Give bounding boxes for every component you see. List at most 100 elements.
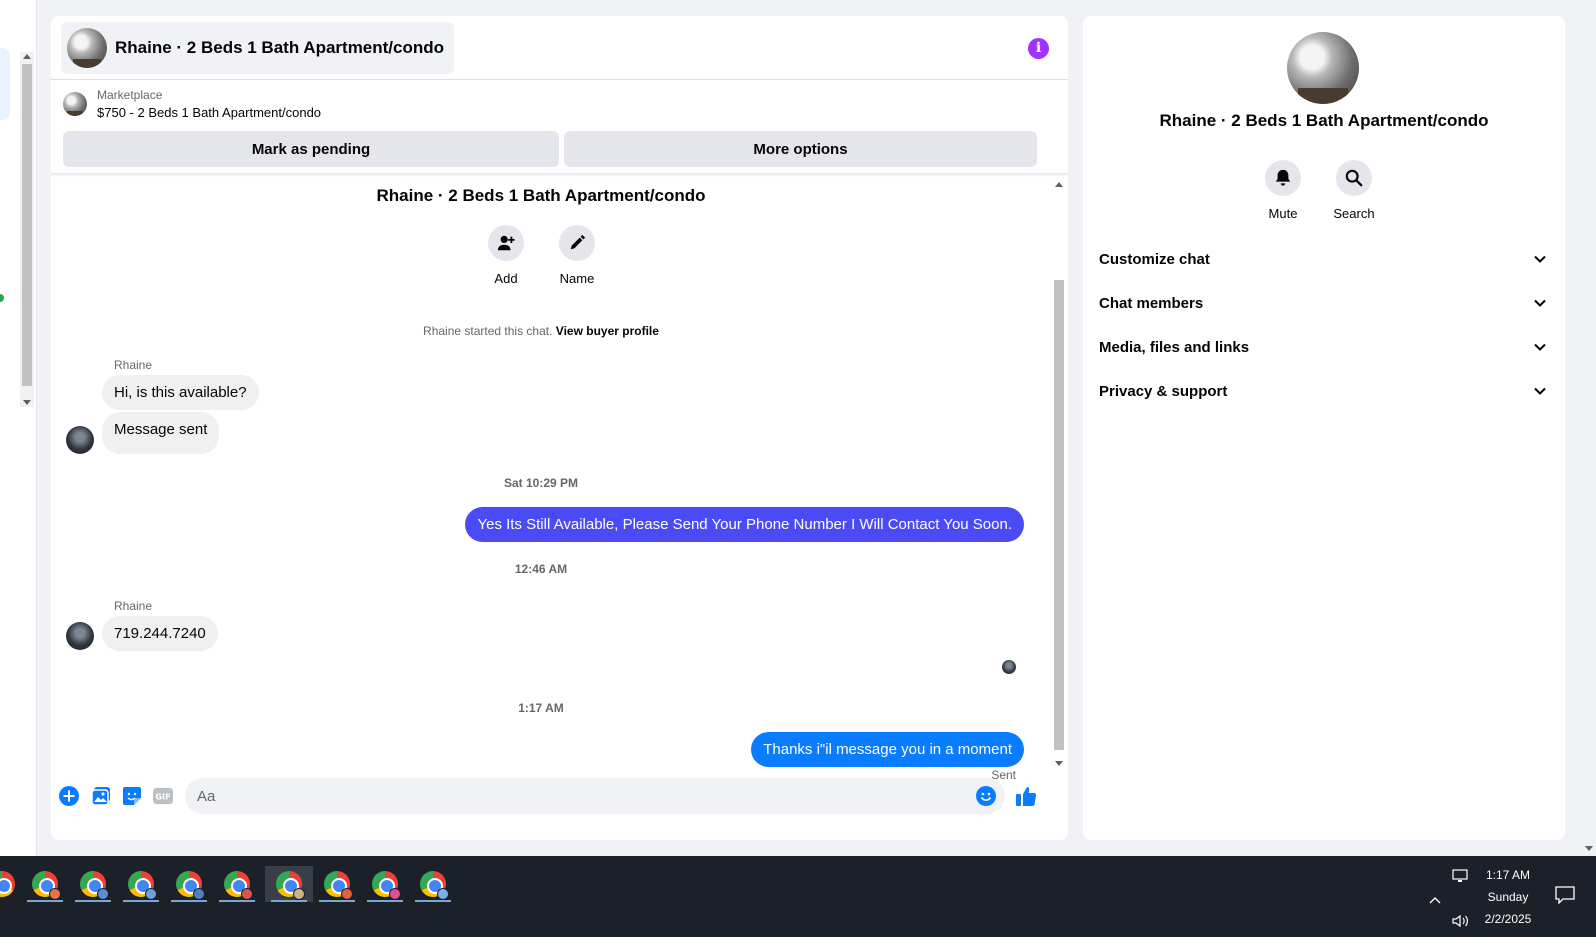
chat-panel: Rhaine · 2 Beds 1 Bath Apartment/condo i… (51, 16, 1068, 840)
thumbs-up-icon[interactable] (1015, 786, 1037, 807)
chevron-down-icon (1534, 255, 1546, 263)
taskbar-chrome-window[interactable] (167, 866, 211, 902)
section-label: Media, files and links (1099, 338, 1250, 356)
taskbar-app-partial[interactable] (0, 866, 24, 902)
listing-profile-photo[interactable] (1287, 32, 1359, 104)
taskbar-chrome-window[interactable] (215, 866, 259, 902)
emoji-icon[interactable] (976, 786, 996, 806)
scroll-down-arrow-icon[interactable] (23, 400, 31, 405)
conversation-title: Rhaine · 2 Beds 1 Bath Apartment/condo (115, 38, 445, 57)
info-panel-title: Rhaine · 2 Beds 1 Bath Apartment/condo (1159, 111, 1489, 130)
chrome-icon (276, 871, 305, 900)
incoming-message[interactable]: Hi, is this available? (102, 375, 259, 410)
message-sender: Rhaine (114, 599, 153, 613)
outgoing-message[interactable]: Yes Its Still Available, Please Send You… (465, 507, 1024, 542)
scroll-up-arrow-icon[interactable] (1055, 182, 1063, 187)
media-files-links-section[interactable]: Media, files and links (1099, 327, 1547, 367)
chrome-icon (420, 871, 449, 900)
scroll-down-arrow-icon[interactable] (1055, 761, 1063, 766)
search-button[interactable]: Search (1319, 160, 1389, 221)
taskbar-chrome-window[interactable] (315, 866, 359, 902)
chat-started-notice: Rhaine started this chat. View buyer pro… (51, 324, 1031, 338)
online-status-dot (0, 294, 4, 302)
show-hidden-icons-chevron-icon[interactable] (1428, 892, 1442, 908)
page-scrollbar[interactable] (1582, 0, 1596, 856)
clock-time[interactable]: 1:17 AM (1468, 868, 1548, 882)
section-label: Chat members (1099, 294, 1204, 312)
chat-header: Rhaine · 2 Beds 1 Bath Apartment/condo i (51, 16, 1068, 80)
privacy-support-section[interactable]: Privacy & support (1099, 371, 1547, 411)
chrome-icon (0, 871, 15, 897)
sender-avatar[interactable] (66, 622, 94, 650)
search-label: Search (1333, 206, 1375, 221)
sticker-icon[interactable] (122, 786, 142, 806)
message-sender: Rhaine (114, 358, 153, 372)
listing-actions: Mark as pending More options (63, 131, 1037, 167)
chevron-down-icon (1534, 343, 1546, 351)
gif-icon[interactable]: GIF (153, 786, 173, 806)
chat-members-section[interactable]: Chat members (1099, 283, 1547, 323)
message-input[interactable] (185, 778, 1005, 814)
chrome-icon (32, 871, 61, 900)
more-options-button[interactable]: More options (564, 131, 1037, 167)
conversation-info-panel: Rhaine · 2 Beds 1 Bath Apartment/condo M… (1083, 16, 1565, 840)
chrome-icon (128, 871, 157, 900)
chrome-icon (80, 871, 109, 900)
network-icon[interactable] (1452, 869, 1468, 886)
chevron-down-icon (1534, 299, 1546, 307)
taskbar-chrome-window[interactable] (23, 866, 67, 902)
chrome-icon (224, 871, 253, 900)
chrome-icon (372, 871, 401, 900)
chrome-icon (176, 871, 205, 900)
add-person-icon (488, 225, 524, 261)
incoming-message[interactable]: 719.244.7240 (102, 616, 218, 651)
message-timestamp: Sat 10:29 PM (503, 476, 579, 490)
photo-icon[interactable] (91, 786, 111, 806)
conversation-list-scrollbar[interactable] (20, 52, 34, 407)
outgoing-message[interactable]: Thanks i"il message you in a moment (751, 732, 1024, 767)
marketplace-label: Marketplace (97, 88, 163, 102)
clock-date[interactable]: 2/2/2025 (1468, 912, 1548, 926)
message-composer: GIF (51, 776, 1068, 816)
scroll-up-arrow-icon[interactable] (23, 54, 31, 59)
name-label: Name (559, 271, 595, 286)
taskbar-chrome-window[interactable] (71, 866, 115, 902)
sender-avatar[interactable] (66, 426, 94, 454)
scrollbar-thumb[interactable] (22, 64, 32, 386)
scrollbar-thumb[interactable] (1054, 280, 1064, 750)
listing-summary[interactable]: Marketplace $750 - 2 Beds 1 Bath Apartme… (63, 88, 321, 120)
chrome-icon (324, 871, 353, 900)
name-chat-button[interactable]: Name (542, 225, 612, 286)
seen-receipt-avatar (1002, 660, 1016, 674)
pencil-icon (559, 225, 595, 261)
message-timestamp: 12:46 AM (514, 562, 568, 576)
taskbar-chrome-window[interactable] (119, 866, 163, 902)
taskbar-chrome-window-active[interactable] (265, 866, 313, 902)
info-icon[interactable]: i (1028, 38, 1049, 59)
section-label: Privacy & support (1099, 382, 1228, 400)
taskbar-chrome-window[interactable] (363, 866, 407, 902)
taskbar-chrome-window[interactable] (411, 866, 455, 902)
bell-icon (1265, 160, 1301, 196)
mark-as-pending-button[interactable]: Mark as pending (63, 131, 559, 167)
scroll-down-arrow-icon[interactable] (1585, 846, 1593, 851)
mute-button[interactable]: Mute (1248, 160, 1318, 221)
mute-label: Mute (1268, 206, 1298, 221)
chevron-down-icon (1534, 387, 1546, 395)
chat-started-text: Rhaine started this chat. (423, 324, 553, 338)
customize-chat-section[interactable]: Customize chat (1099, 239, 1547, 279)
add-label: Add (494, 271, 518, 286)
plus-circle-icon[interactable] (59, 786, 79, 806)
conversation-title-button[interactable]: Rhaine · 2 Beds 1 Bath Apartment/condo (61, 22, 455, 74)
clock-day[interactable]: Sunday (1468, 890, 1548, 904)
search-icon (1336, 160, 1372, 196)
add-person-button[interactable]: Add (471, 225, 541, 286)
message-timestamp: 1:17 AM (518, 701, 564, 715)
listing-avatar (67, 28, 107, 68)
taskbar: 1:17 AM Sunday 2/2/2025 (0, 856, 1596, 937)
incoming-message[interactable]: Message sent (102, 412, 220, 454)
view-buyer-profile-link[interactable]: View buyer profile (556, 324, 659, 338)
thread-scrollbar[interactable] (1052, 176, 1066, 766)
notifications-icon[interactable] (1555, 886, 1575, 907)
listing-thumbnail (63, 92, 87, 116)
